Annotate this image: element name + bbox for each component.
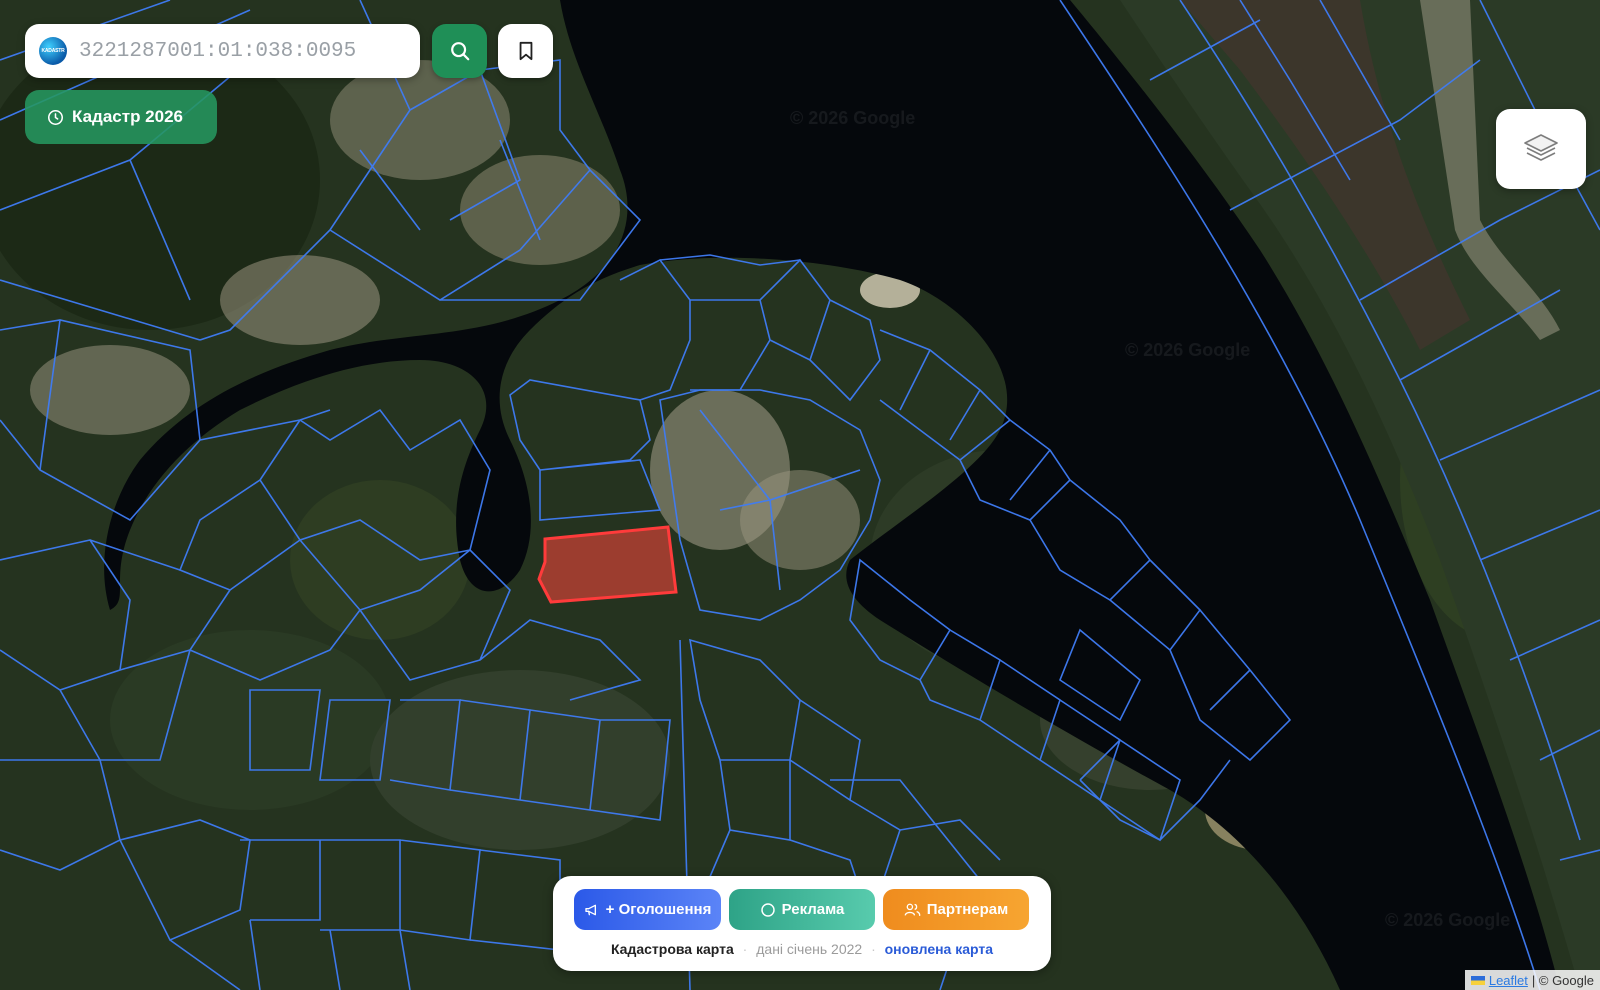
bookmark-button[interactable] <box>498 24 553 78</box>
megaphone-icon <box>585 904 596 915</box>
updated-map-link[interactable]: оновлена карта <box>885 941 993 957</box>
selected-parcel[interactable] <box>537 525 678 604</box>
layers-button[interactable] <box>1496 109 1586 189</box>
map-canvas[interactable] <box>0 0 1600 990</box>
users-icon <box>904 903 921 917</box>
app-logo: KADASTR <box>39 37 67 65</box>
search-bar: KADASTR <box>25 24 420 78</box>
separator-dot: · <box>871 941 876 957</box>
map-watermark: © 2026 Google <box>1125 340 1251 360</box>
advertising-label: Реклама <box>781 901 845 918</box>
search-button[interactable] <box>432 24 487 78</box>
add-listing-button[interactable]: + Оголошення <box>574 889 721 930</box>
panel-footer: Кадастрова карта · дані січень 2022 · он… <box>553 941 1051 957</box>
bottom-action-panel: + Оголошення Реклама Партнерам Кадастров… <box>553 876 1051 971</box>
partners-label: Партнерам <box>926 901 1009 918</box>
separator-dot: · <box>742 941 748 957</box>
map-watermark: © 2026 Google <box>1385 910 1511 930</box>
clock-icon <box>47 109 64 125</box>
satellite-map[interactable]: © 2026 Google © 2026 Google © 2026 Googl… <box>0 0 1600 990</box>
kadastr-year-label: Кадастр 2026 <box>72 107 183 126</box>
kadastr-year-badge[interactable]: Кадастр 2026 <box>25 90 217 144</box>
cadastral-number-input[interactable] <box>77 30 411 72</box>
search-icon <box>450 42 469 61</box>
bookmark-icon <box>519 41 532 61</box>
leaflet-link[interactable]: Leaflet <box>1489 973 1528 988</box>
map-title: Кадастрова карта <box>610 941 734 957</box>
partners-button[interactable]: Партнерам <box>883 889 1029 930</box>
layers-icon <box>1524 134 1558 161</box>
ukraine-flag-icon <box>1470 975 1485 985</box>
map-watermark: © 2026 Google <box>790 108 916 128</box>
attribution-text: | © Google <box>1531 972 1594 988</box>
data-date: дані січень 2022 <box>756 941 863 957</box>
circle-icon <box>760 902 775 917</box>
advertising-button[interactable]: Реклама <box>729 889 875 930</box>
add-listing-label: + Оголошення <box>605 901 712 918</box>
map-attribution: Leaflet | © Google <box>1464 970 1600 990</box>
